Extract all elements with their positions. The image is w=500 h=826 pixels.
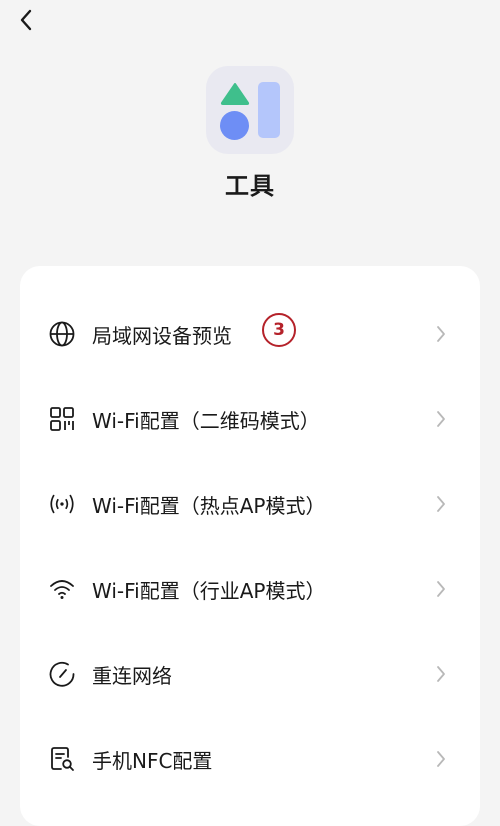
qr-code-icon (48, 405, 76, 433)
triangle-shape-icon (220, 83, 250, 105)
wifi-icon (48, 575, 76, 603)
menu-item-wifi-hotspot-ap-config[interactable]: Wi-Fi配置（热点AP模式） (20, 462, 480, 547)
reconnect-icon (48, 660, 76, 688)
hotspot-icon (48, 490, 76, 518)
menu-item-reconnect-network[interactable]: 重连网络 (20, 632, 480, 717)
chevron-left-icon (20, 9, 32, 31)
menu-item-lan-device-preview[interactable]: 局域网设备预览 (20, 292, 480, 377)
tools-menu-card: 局域网设备预览 Wi-Fi配置（二维码模式） Wi-Fi配置（热点AP模式） W… (20, 266, 480, 826)
tools-app-icon (206, 66, 294, 154)
menu-item-label: 重连网络 (92, 664, 172, 688)
menu-item-label: Wi-Fi配置（热点AP模式） (92, 494, 326, 518)
bar-shape-icon (258, 82, 280, 138)
chevron-right-icon (437, 496, 445, 512)
menu-item-label: Wi-Fi配置（行业AP模式） (92, 579, 326, 603)
menu-item-label: Wi-Fi配置（二维码模式） (92, 409, 320, 433)
menu-item-phone-nfc-config[interactable]: 手机NFC配置 (20, 717, 480, 802)
chevron-right-icon (437, 411, 445, 427)
globe-icon (48, 320, 76, 348)
chevron-right-icon (437, 751, 445, 767)
menu-item-label: 手机NFC配置 (92, 749, 213, 773)
back-button[interactable] (10, 6, 42, 34)
page-title: 工具 (225, 172, 275, 200)
menu-item-wifi-qr-config[interactable]: Wi-Fi配置（二维码模式） (20, 377, 480, 462)
chevron-right-icon (437, 326, 445, 342)
menu-item-wifi-industry-ap-config[interactable]: Wi-Fi配置（行业AP模式） (20, 547, 480, 632)
nfc-search-icon (48, 745, 76, 773)
chevron-right-icon (437, 581, 445, 597)
circle-shape-icon (220, 111, 249, 140)
chevron-right-icon (437, 666, 445, 682)
menu-item-label: 局域网设备预览 (92, 324, 232, 348)
annotation-number-badge: 3 (262, 313, 296, 347)
